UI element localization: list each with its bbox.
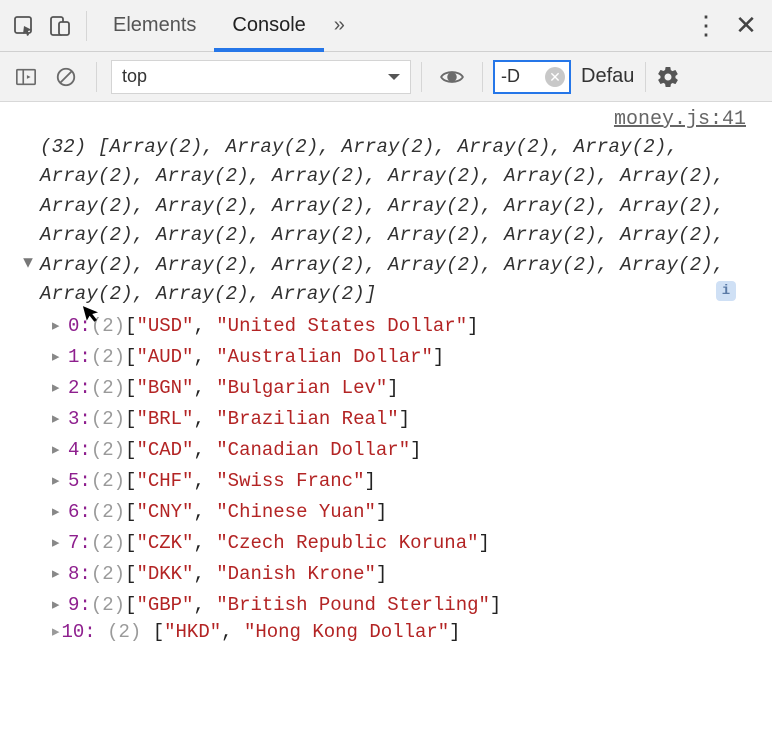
source-link-text[interactable]: money.js:41 [614, 108, 746, 131]
separator [86, 11, 87, 41]
chevron-right-icon[interactable]: ▸ [50, 345, 68, 368]
chevron-right-icon[interactable]: ▸ [50, 469, 68, 492]
console-sidebar-toggle-icon[interactable] [6, 59, 46, 95]
separator [482, 62, 483, 92]
entry-row[interactable]: ▸9: (2) ["GBP", "British Pound Sterling"… [50, 589, 760, 620]
entry-row[interactable]: ▸2: (2) ["BGN", "Bulgarian Lev"] [50, 372, 760, 403]
separator [421, 62, 422, 92]
chevron-right-icon[interactable]: ▸ [50, 621, 61, 643]
console-filter-input[interactable]: -D ✕ [493, 60, 571, 94]
source-link[interactable]: money.js:41 [2, 102, 760, 133]
chevron-right-icon[interactable]: ▸ [50, 314, 68, 337]
log-levels-select[interactable]: Default levels [581, 65, 635, 88]
chevron-right-icon[interactable]: ▸ [50, 500, 68, 523]
console-settings-icon[interactable] [656, 65, 696, 89]
entry-row[interactable]: ▸0: (2) ["USD", "United States Dollar"] [50, 310, 760, 341]
chevron-right-icon[interactable]: ▸ [50, 531, 68, 554]
entry-row-cutoff: ▸10: (2) ["HKD", "Hong Kong Dollar"] [2, 620, 760, 643]
entry-row[interactable]: ▸1: (2) ["AUD", "Australian Dollar"] [50, 341, 760, 372]
clear-filter-icon[interactable]: ✕ [545, 67, 565, 87]
chevron-right-icon[interactable]: ▸ [50, 407, 68, 430]
chevron-right-icon[interactable]: ▸ [50, 562, 68, 585]
live-expression-icon[interactable] [432, 59, 472, 95]
expanded-entries: ▸0: (2) ["USD", "United States Dollar"]▸… [2, 310, 760, 620]
separator [96, 62, 97, 92]
console-output: money.js:41 (32) [Array(2), Array(2), Ar… [0, 102, 772, 643]
tab-overflow[interactable]: » [324, 0, 355, 52]
console-toolbar: top -D ✕ Default levels [0, 52, 772, 102]
expand-toggle-icon[interactable] [16, 133, 40, 310]
execution-context-select[interactable]: top [111, 60, 411, 94]
info-badge-icon[interactable]: i [716, 281, 736, 301]
log-message[interactable]: (32) [Array(2), Array(2), Array(2), Arra… [2, 133, 760, 310]
separator [645, 62, 646, 92]
entry-row[interactable]: ▸7: (2) ["CZK", "Czech Republic Koruna"] [50, 527, 760, 558]
entry-row[interactable]: ▸5: (2) ["CHF", "Swiss Franc"] [50, 465, 760, 496]
entry-row[interactable]: ▸8: (2) ["DKK", "Danish Krone"] [50, 558, 760, 589]
chevron-right-icon[interactable]: ▸ [50, 376, 68, 399]
entry-row[interactable]: ▸6: (2) ["CNY", "Chinese Yuan"] [50, 496, 760, 527]
close-icon[interactable]: ✕ [726, 10, 766, 41]
entry-row[interactable]: ▸4: (2) ["CAD", "Canadian Dollar"] [50, 434, 760, 465]
clear-console-icon[interactable] [46, 59, 86, 95]
devtools-tabbar: Elements Console » ⋮ ✕ [0, 0, 772, 52]
chevron-right-icon[interactable]: ▸ [50, 593, 68, 616]
filter-value: -D [501, 66, 520, 87]
kebab-menu-icon[interactable]: ⋮ [686, 10, 726, 41]
tab-console[interactable]: Console [214, 0, 323, 52]
chevron-right-icon[interactable]: ▸ [50, 438, 68, 461]
entry-row[interactable]: ▸3: (2) ["BRL", "Brazilian Real"] [50, 403, 760, 434]
array-preview: (32) [Array(2), Array(2), Array(2), Arra… [40, 133, 758, 310]
execution-context-label: top [122, 66, 147, 87]
device-toolbar-icon[interactable] [42, 8, 78, 44]
tab-elements[interactable]: Elements [95, 0, 214, 52]
inspect-element-icon[interactable] [6, 8, 42, 44]
